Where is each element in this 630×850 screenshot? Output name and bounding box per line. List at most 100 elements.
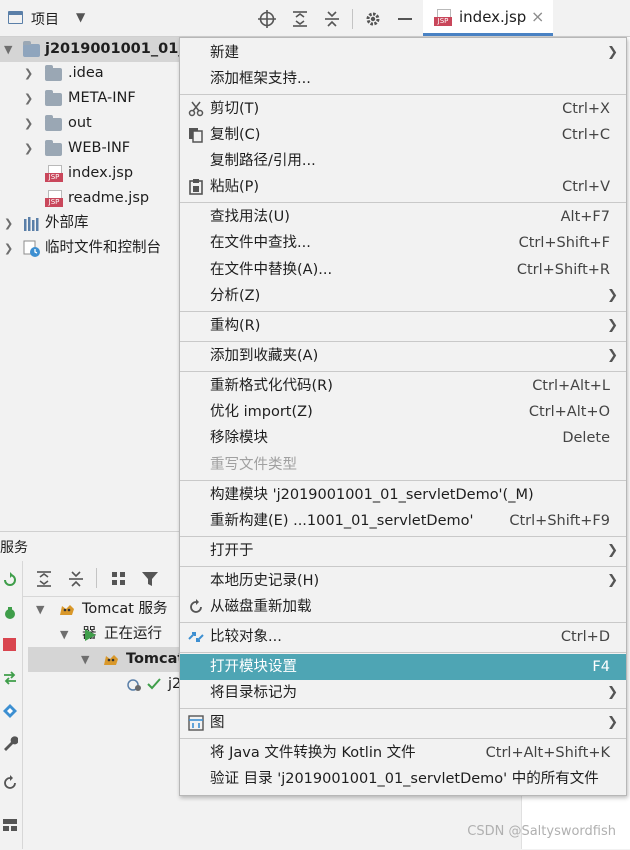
- menu-item-refactor[interactable]: 重构(R) ❯: [180, 313, 626, 339]
- menu-item-rebuild[interactable]: 重新构建(E) ...1001_01_servletDemo' Ctrl+Shif…: [180, 508, 626, 534]
- services-action-bar: [0, 561, 23, 849]
- tree-item-label: 外部库: [45, 215, 89, 231]
- artifact-icon: [127, 679, 141, 691]
- chevron-right-icon: ❯: [607, 573, 618, 588]
- tree-item-readme-jsp[interactable]: JSP readme.jsp: [0, 186, 180, 211]
- menu-item-validate-files[interactable]: 验证 目录 'j2019001001_01_servletDemo' 中的所有文…: [180, 766, 626, 792]
- collapse-all-icon[interactable]: [67, 570, 85, 588]
- stop-icon[interactable]: [3, 638, 16, 651]
- gear-icon[interactable]: [364, 10, 382, 28]
- menu-item-analyze[interactable]: 分析(Z) ❯: [180, 283, 626, 309]
- library-icon: [24, 217, 39, 231]
- services-title: 服务: [0, 540, 28, 556]
- run-icon: [85, 629, 96, 641]
- folder-icon: [45, 90, 62, 106]
- copy-icon: [189, 128, 203, 143]
- tree-root-label: j2019001001_01_s: [45, 41, 195, 57]
- collapse-all-icon[interactable]: [323, 10, 341, 28]
- chevron-right-icon: ❯: [607, 348, 618, 363]
- tree-item-label: readme.jsp: [68, 190, 150, 206]
- menu-item-optimize-imports[interactable]: 优化 import(Z) Ctrl+Alt+O: [180, 399, 626, 425]
- menu-separator: [180, 480, 626, 481]
- jsp-file-icon: JSP: [45, 165, 63, 183]
- menu-item-open-module-settings[interactable]: 打开模块设置 F4: [180, 654, 626, 680]
- locate-icon[interactable]: [258, 10, 276, 28]
- menu-item-add-to-favorites[interactable]: 添加到收藏夹(A) ❯: [180, 343, 626, 369]
- menu-separator: [180, 94, 626, 95]
- tree-item-index-jsp[interactable]: JSP index.jsp: [0, 161, 180, 186]
- project-view-label[interactable]: 项目: [31, 9, 59, 29]
- menu-item-add-framework[interactable]: 添加框架支持...: [180, 66, 626, 92]
- tree-item-label: META-INF: [68, 90, 136, 106]
- chevron-right-icon[interactable]: ❯: [4, 218, 14, 229]
- group-icon[interactable]: [110, 570, 128, 588]
- menu-item-open-in[interactable]: 打开于 ❯: [180, 538, 626, 564]
- close-icon[interactable]: ×: [531, 7, 544, 26]
- chevron-down-icon[interactable]: ▼: [81, 654, 91, 665]
- chevron-right-icon: ❯: [607, 715, 618, 730]
- project-view-icon[interactable]: [8, 11, 23, 24]
- menu-item-local-history[interactable]: 本地历史记录(H) ❯: [180, 568, 626, 594]
- chevron-down-icon[interactable]: ▼: [60, 629, 70, 640]
- tree-item-scratches[interactable]: ❯ 临时文件和控制台: [0, 236, 180, 261]
- filter-icon[interactable]: [141, 570, 159, 588]
- toolbar-divider: [96, 568, 97, 588]
- menu-item-mark-directory-as[interactable]: 将目录标记为 ❯: [180, 680, 626, 706]
- tree-item-meta-inf[interactable]: ❯ META-INF: [0, 86, 180, 111]
- menu-item-remove-module[interactable]: 移除模块 Delete: [180, 425, 626, 451]
- chevron-right-icon[interactable]: ❯: [24, 118, 34, 129]
- menu-item-paste[interactable]: 粘贴(P) Ctrl+V: [180, 174, 626, 200]
- expand-all-icon[interactable]: [35, 570, 53, 588]
- menu-item-build-module[interactable]: 构建模块 'j2019001001_01_servletDemo'(_M): [180, 482, 626, 508]
- layout-icon[interactable]: [2, 817, 18, 833]
- tree-item-label: 临时文件和控制台: [45, 240, 161, 256]
- menu-item-find-usages[interactable]: 查找用法(U) Alt+F7: [180, 204, 626, 230]
- menu-item-cut[interactable]: 剪切(T) Ctrl+X: [180, 96, 626, 122]
- refresh-icon[interactable]: [2, 775, 18, 791]
- chevron-down-icon[interactable]: ▼: [76, 10, 85, 24]
- services-item-running[interactable]: ▼ 正在运行: [22, 622, 180, 647]
- chevron-down-icon[interactable]: ▼: [4, 44, 14, 55]
- tree-item-web-inf[interactable]: ❯ WEB-INF: [0, 136, 180, 161]
- tree-item-label: .idea: [68, 65, 104, 81]
- minimize-icon[interactable]: [398, 18, 412, 20]
- chevron-down-icon[interactable]: ▼: [36, 604, 46, 615]
- expand-all-icon[interactable]: [291, 10, 309, 28]
- menu-item-new[interactable]: 新建 ❯: [180, 40, 626, 66]
- chevron-right-icon[interactable]: ❯: [4, 243, 14, 254]
- menu-item-diagrams[interactable]: 图 ❯: [180, 710, 626, 736]
- tree-item-external-libs[interactable]: ❯ 外部库: [0, 211, 180, 236]
- chevron-right-icon[interactable]: ❯: [24, 143, 34, 154]
- menu-item-reformat-code[interactable]: 重新格式化代码(R) Ctrl+Alt+L: [180, 373, 626, 399]
- watermark: CSDN @Saltyswordfish: [467, 824, 616, 839]
- menu-item-copy-path[interactable]: 复制路径/引用...: [180, 148, 626, 174]
- chevron-right-icon[interactable]: ❯: [24, 93, 34, 104]
- menu-separator: [180, 708, 626, 709]
- services-item-tomcat-server[interactable]: ▼ Tomcat 服务器: [22, 597, 180, 642]
- menu-item-convert-to-kotlin[interactable]: 将 Java 文件转换为 Kotlin 文件 Ctrl+Alt+Shift+K: [180, 740, 626, 766]
- rerun-icon[interactable]: [2, 572, 18, 588]
- debug-icon[interactable]: [2, 605, 18, 621]
- deploy-icon[interactable]: [2, 670, 18, 686]
- tab-index-jsp[interactable]: JSP index.jsp ×: [423, 0, 553, 36]
- services-item-tomcat[interactable]: ▼ Tomcat: [28, 647, 184, 672]
- artifacts-icon[interactable]: [2, 703, 18, 719]
- menu-separator: [180, 202, 626, 203]
- wrench-icon[interactable]: [2, 735, 18, 751]
- jsp-file-icon: JSP: [45, 190, 63, 208]
- menu-item-copy[interactable]: 复制(C) Ctrl+C: [180, 122, 626, 148]
- menu-item-replace-in-files[interactable]: 在文件中替换(A)... Ctrl+Shift+R: [180, 257, 626, 283]
- chevron-right-icon: ❯: [607, 45, 618, 60]
- tree-item-idea[interactable]: ❯ .idea: [0, 61, 180, 86]
- toolbar-divider: [352, 9, 353, 29]
- folder-icon: [45, 65, 62, 81]
- services-item-deployment[interactable]: j2: [22, 672, 181, 697]
- menu-item-compare-with[interactable]: 比较对象... Ctrl+D: [180, 624, 626, 650]
- tree-item-label: index.jsp: [68, 165, 134, 181]
- menu-item-find-in-files[interactable]: 在文件中查找... Ctrl+Shift+F: [180, 230, 626, 256]
- tree-root[interactable]: ▼ j2019001001_01_s: [0, 37, 194, 62]
- chevron-right-icon[interactable]: ❯: [24, 68, 34, 79]
- menu-item-reload-from-disk[interactable]: 从磁盘重新加载: [180, 594, 626, 620]
- tree-item-out[interactable]: ❯ out: [0, 111, 180, 136]
- services-panel: 服务 ▼ Tomcat 服务器 ▼ 正在运行 ▼ Tomcat j2: [0, 531, 184, 850]
